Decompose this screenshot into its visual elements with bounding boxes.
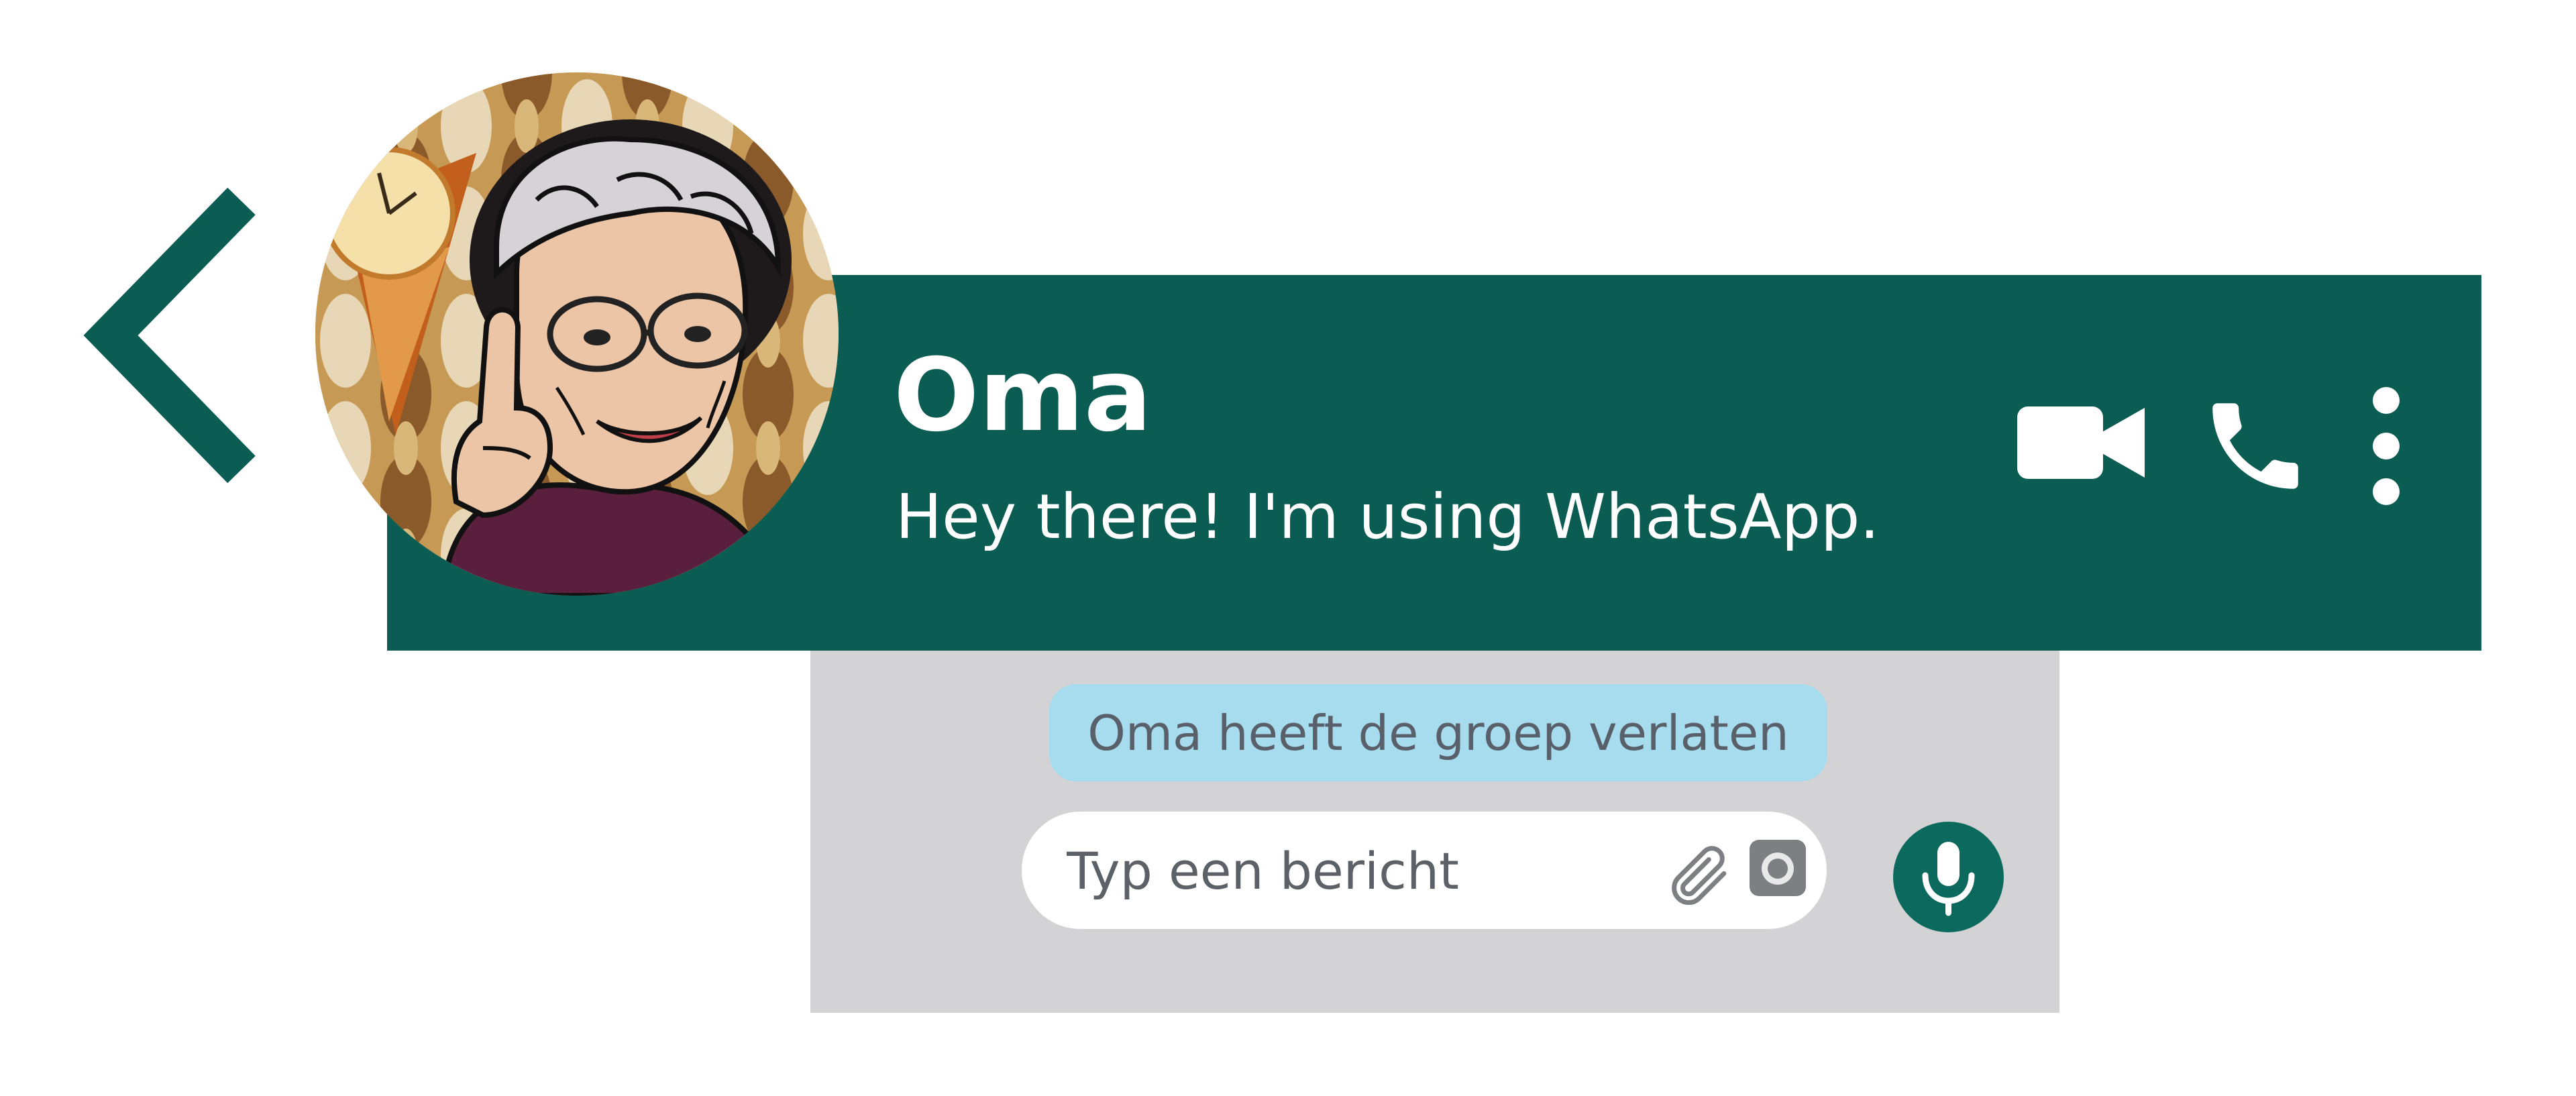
vertical-dots-icon: [2373, 387, 2400, 505]
contact-avatar[interactable]: [315, 72, 839, 596]
microphone-icon: [1922, 842, 1975, 916]
chevron-left-icon: [83, 187, 256, 484]
contact-status: Hey there! I'm using WhatsApp.: [896, 481, 1880, 553]
paperclip-icon: [1672, 846, 1727, 906]
back-button[interactable]: [80, 184, 268, 486]
chat-panel: Oma heeft de groep verlaten: [810, 651, 2059, 1013]
video-camera-icon: [2017, 406, 2145, 479]
video-call-button[interactable]: [2017, 402, 2145, 483]
camera-icon: [1750, 840, 1806, 896]
voice-message-button[interactable]: [1893, 822, 2004, 932]
contact-name[interactable]: Oma: [894, 345, 1152, 446]
phone-icon: [2212, 403, 2298, 489]
camera-button[interactable]: [1750, 840, 1806, 896]
message-input-container: [1022, 812, 1827, 929]
system-notice-text: Oma heeft de groep verlaten: [1087, 704, 1789, 761]
attach-button[interactable]: [1662, 840, 1733, 910]
more-options-button[interactable]: [2366, 386, 2406, 506]
chat-screen: Oma Hey there! I'm using WhatsApp. Oma h…: [0, 0, 2576, 1096]
grandmother-cartoon-avatar: [315, 72, 839, 596]
message-input[interactable]: [1065, 828, 1578, 914]
voice-call-button[interactable]: [2198, 389, 2312, 503]
system-notice: Oma heeft de groep verlaten: [1049, 684, 1827, 781]
